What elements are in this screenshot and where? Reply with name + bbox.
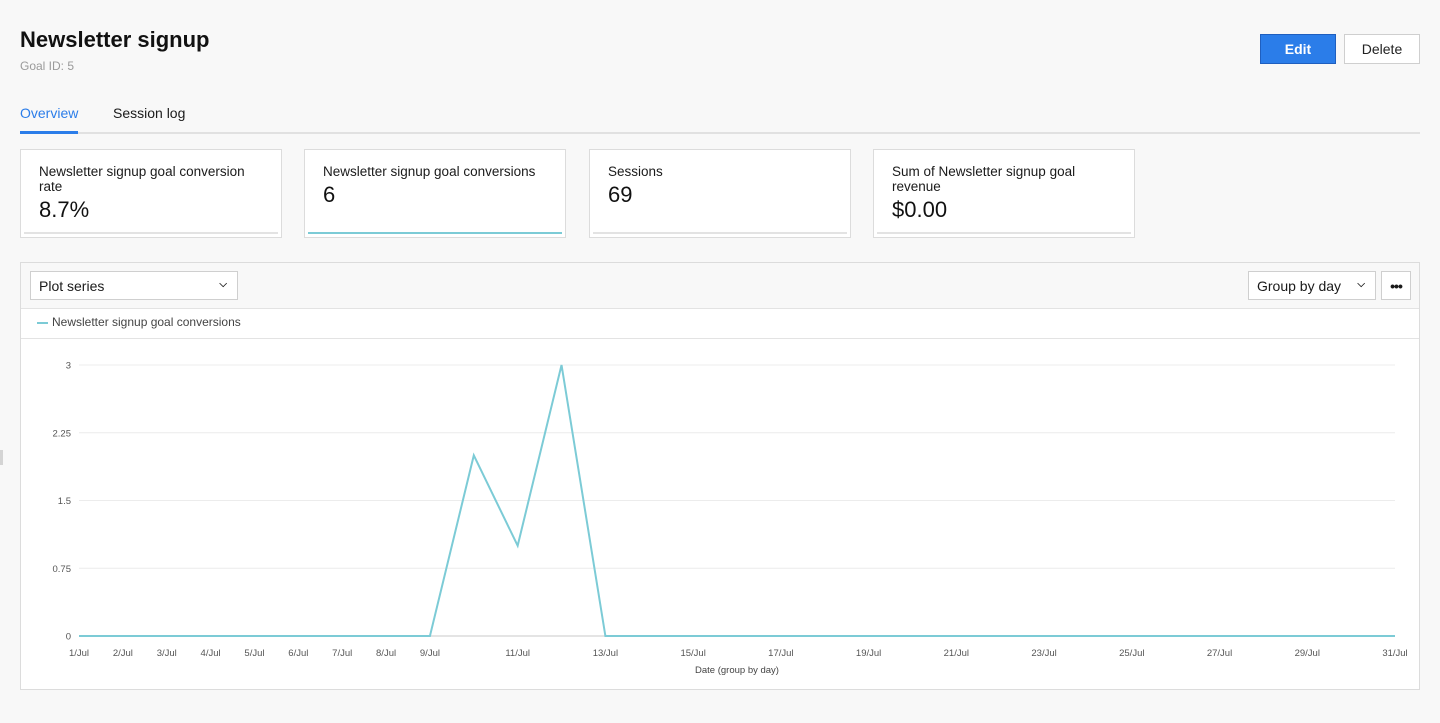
metric-label: Sessions xyxy=(608,164,663,179)
x-tick-label: 3/Jul xyxy=(157,648,177,659)
chevron-down-icon: ⌵ xyxy=(1357,279,1365,290)
metric-indicator xyxy=(308,232,562,234)
group-by-select[interactable]: Group by day ⌵ xyxy=(1248,271,1376,300)
delete-button[interactable]: Delete xyxy=(1344,34,1420,64)
more-options-button[interactable]: ••• xyxy=(1381,271,1411,300)
x-tick-label: 11/Jul xyxy=(505,648,530,659)
x-tick-label: 7/Jul xyxy=(332,648,352,659)
x-tick-label: 19/Jul xyxy=(856,648,881,659)
chart-panel: Plot series ⌵ Group by day ⌵ ••• Newslet… xyxy=(20,262,1420,690)
metric-value: 69 xyxy=(608,182,633,207)
tab-overview[interactable]: Overview xyxy=(20,105,79,134)
x-tick-label: 17/Jul xyxy=(768,648,793,659)
metric-value: 6 xyxy=(323,182,336,207)
y-tick-label: 3 xyxy=(66,361,71,372)
legend-label[interactable]: Newsletter signup goal conversions xyxy=(52,315,241,329)
x-tick-label: 6/Jul xyxy=(288,648,308,659)
metric-indicator xyxy=(877,232,1131,234)
metric-label: Newsletter signup goal conversion rate xyxy=(39,164,245,194)
x-tick-label: 1/Jul xyxy=(69,648,89,659)
x-tick-label: 29/Jul xyxy=(1295,648,1320,659)
x-tick-label: 15/Jul xyxy=(680,648,705,659)
metric-card-conversion-rate[interactable]: Newsletter signup goal conversion rate 8… xyxy=(20,149,282,238)
metric-value: $0.00 xyxy=(892,197,948,222)
tab-bar: Overview Session log xyxy=(20,92,1420,134)
y-tick-label: 2.25 xyxy=(53,428,72,439)
metric-card-conversions[interactable]: Newsletter signup goal conversions 6 xyxy=(304,149,566,238)
metric-label: Sum of Newsletter signup goal revenue xyxy=(892,164,1076,194)
y-tick-label: 0.75 xyxy=(53,564,72,575)
edit-button[interactable]: Edit xyxy=(1260,34,1336,64)
metric-value: 8.7% xyxy=(39,197,90,222)
plot-series-label: Plot series xyxy=(39,277,105,294)
y-tick-label: 1.5 xyxy=(58,496,71,507)
x-tick-label: 25/Jul xyxy=(1119,648,1144,659)
x-tick-label: 23/Jul xyxy=(1031,648,1056,659)
plot-series-select[interactable]: Plot series ⌵ xyxy=(30,271,238,300)
metric-card-revenue[interactable]: Sum of Newsletter signup goal revenue $0… xyxy=(873,149,1135,238)
y-tick-label: 0 xyxy=(66,632,71,643)
metric-indicator xyxy=(24,232,278,234)
more-horizontal-icon: ••• xyxy=(1390,277,1403,294)
x-tick-label: 5/Jul xyxy=(244,648,264,659)
x-tick-label: 9/Jul xyxy=(420,648,440,659)
metric-indicator xyxy=(593,232,847,234)
goal-page: Newsletter signup Goal ID: 5 Edit Delete… xyxy=(20,0,1420,690)
tab-session-log[interactable]: Session log xyxy=(113,105,185,121)
x-tick-label: 2/Jul xyxy=(113,648,133,659)
x-tick-label: 8/Jul xyxy=(376,648,396,659)
chart-toolbar: Plot series ⌵ Group by day ⌵ ••• xyxy=(21,263,1419,309)
chevron-down-icon: ⌵ xyxy=(219,279,227,290)
legend-swatch xyxy=(37,322,48,324)
x-tick-label: 31/Jul xyxy=(1382,648,1407,659)
x-tick-label: 4/Jul xyxy=(201,648,221,659)
page-title: Newsletter signup xyxy=(20,27,210,52)
goal-id: Goal ID: 5 xyxy=(20,59,75,73)
x-tick-label: 13/Jul xyxy=(593,648,618,659)
x-axis-title: Date (group by day) xyxy=(695,665,779,676)
metric-label: Newsletter signup goal conversions xyxy=(323,164,536,179)
panel-resize-handle[interactable] xyxy=(0,450,3,465)
x-tick-label: 21/Jul xyxy=(944,648,969,659)
page-header: Newsletter signup Goal ID: 5 Edit Delete xyxy=(20,0,1420,92)
group-by-label: Group by day xyxy=(1257,277,1342,294)
line-chart: 00.751.52.2531/Jul 2/Jul 3/Jul 4/Jul 5/Jul 6/… xyxy=(53,361,1408,677)
chart-legend: Newsletter signup goal conversions xyxy=(21,309,1419,339)
metric-card-sessions[interactable]: Sessions 69 xyxy=(589,149,851,238)
x-tick-label: 27/Jul xyxy=(1207,648,1232,659)
